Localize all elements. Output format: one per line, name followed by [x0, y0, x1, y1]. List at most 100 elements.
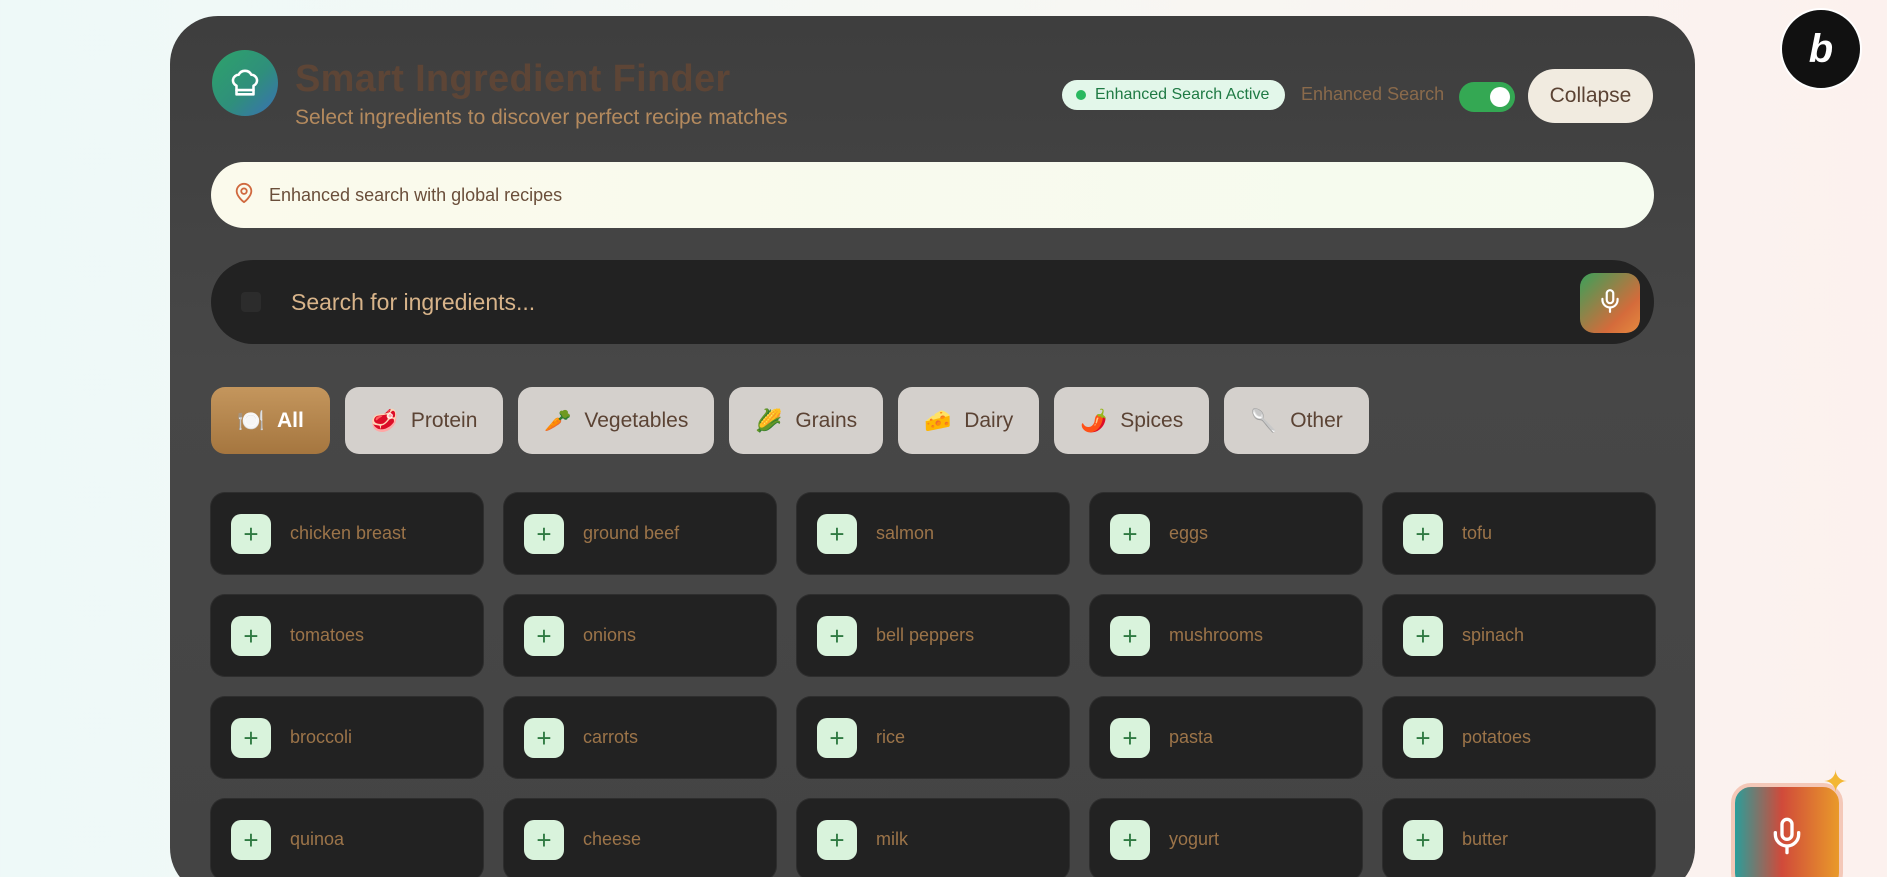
status-badge: Enhanced Search Active: [1062, 80, 1286, 110]
ingredient-label: quinoa: [290, 829, 345, 849]
ingredient-label: broccoli: [290, 727, 353, 747]
plus-icon[interactable]: +: [1110, 717, 1150, 758]
plus-icon[interactable]: +: [817, 615, 857, 656]
chili-pepper-icon: 🌶️: [1080, 407, 1108, 433]
plus-icon[interactable]: +: [231, 513, 271, 554]
ingredient-label: milk: [876, 829, 908, 849]
ingredient-item[interactable]: + spinach: [1383, 595, 1655, 676]
category-label: Vegetables: [584, 408, 689, 432]
carrot-icon: 🥕: [544, 407, 572, 433]
category-all[interactable]: 🍽️ All: [211, 387, 330, 454]
ingredient-item[interactable]: + tomatoes: [211, 595, 483, 676]
ingredient-finder-panel: Smart Ingredient Finder Select ingredien…: [170, 16, 1695, 877]
search-icon: [241, 292, 261, 312]
ingredient-item[interactable]: + quinoa: [211, 799, 483, 877]
ingredient-label: carrots: [583, 727, 639, 747]
plus-icon[interactable]: +: [524, 615, 564, 656]
plate-icon: 🍽️: [237, 407, 265, 433]
ingredient-label: tomatoes: [290, 625, 365, 645]
ingredient-item[interactable]: + broccoli: [211, 697, 483, 778]
location-text: Enhanced search with global recipes: [269, 184, 563, 205]
plus-icon[interactable]: +: [524, 717, 564, 758]
plus-icon[interactable]: +: [231, 615, 271, 656]
category-spices[interactable]: 🌶️ Spices: [1054, 387, 1210, 454]
ingredient-label: salmon: [876, 523, 935, 543]
plus-icon[interactable]: +: [817, 819, 857, 860]
sparkle-icon: ✦: [1823, 766, 1849, 799]
ingredient-label: bell peppers: [876, 625, 975, 645]
location-bar[interactable]: Enhanced search with global recipes: [211, 162, 1654, 228]
plus-icon[interactable]: +: [1403, 615, 1443, 656]
plus-icon[interactable]: +: [1110, 513, 1150, 554]
category-protein[interactable]: 🥩 Protein: [344, 387, 504, 454]
enhanced-search-label: Enhanced Search: [1301, 84, 1445, 104]
ingredient-item[interactable]: + pasta: [1090, 697, 1362, 778]
ingredient-label: mushrooms: [1169, 625, 1264, 645]
plus-icon[interactable]: +: [1403, 513, 1443, 554]
bolt-b-icon: b: [1809, 27, 1833, 71]
category-label: Dairy: [964, 408, 1014, 432]
category-label: Grains: [795, 408, 858, 432]
plus-icon[interactable]: +: [524, 513, 564, 554]
ingredient-label: tofu: [1462, 523, 1493, 543]
plus-icon[interactable]: +: [817, 717, 857, 758]
ingredient-item[interactable]: + cheese: [504, 799, 776, 877]
plus-icon[interactable]: +: [524, 819, 564, 860]
ingredient-item[interactable]: + butter: [1383, 799, 1655, 877]
ingredient-item[interactable]: + milk: [797, 799, 1069, 877]
page-subtitle: Select ingredients to discover perfect r…: [295, 106, 788, 129]
ingredient-label: onions: [583, 625, 637, 645]
bolt-badge-logo[interactable]: b: [1780, 8, 1862, 90]
category-other[interactable]: 🥄 Other: [1224, 387, 1369, 454]
category-vegetables[interactable]: 🥕 Vegetables: [518, 387, 715, 454]
ingredient-item[interactable]: + potatoes: [1383, 697, 1655, 778]
category-label: All: [277, 408, 304, 432]
ingredient-item[interactable]: + mushrooms: [1090, 595, 1362, 676]
ingredient-item[interactable]: + ground beef: [504, 493, 776, 574]
ingredient-item[interactable]: + carrots: [504, 697, 776, 778]
map-pin-icon: [233, 182, 255, 209]
plus-icon[interactable]: +: [1403, 717, 1443, 758]
ingredient-grid: + chicken breast + ground beef + salmon + eg…: [211, 493, 1655, 877]
ingredient-item[interactable]: + rice: [797, 697, 1069, 778]
ingredient-item[interactable]: + salmon: [797, 493, 1069, 574]
enhanced-search-toggle[interactable]: [1459, 82, 1515, 112]
ingredient-label: yogurt: [1169, 829, 1220, 849]
ingredient-label: ground beef: [583, 523, 680, 543]
ingredient-label: eggs: [1169, 523, 1209, 543]
category-dairy[interactable]: 🧀 Dairy: [898, 387, 1040, 454]
plus-icon[interactable]: +: [1110, 615, 1150, 656]
category-grains[interactable]: 🌽 Grains: [729, 387, 884, 454]
collapse-button[interactable]: Collapse: [1528, 69, 1653, 123]
ingredient-label: potatoes: [1462, 727, 1532, 747]
corn-icon: 🌽: [755, 407, 783, 433]
search-input[interactable]: [291, 276, 1531, 328]
category-filters: 🍽️ All 🥩 Protein 🥕 Vegetables 🌽 Grains 🧀…: [211, 387, 1369, 454]
microphone-icon: [1767, 816, 1807, 861]
cheese-icon: 🧀: [924, 407, 952, 433]
plus-icon[interactable]: +: [817, 513, 857, 554]
ingredient-item[interactable]: + bell peppers: [797, 595, 1069, 676]
microphone-icon: [1597, 288, 1623, 319]
spoon-icon: 🥄: [1250, 407, 1278, 433]
plus-icon[interactable]: +: [231, 819, 271, 860]
ingredient-label: rice: [876, 727, 906, 747]
voice-search-button[interactable]: [1580, 273, 1640, 333]
ingredient-label: butter: [1462, 829, 1509, 849]
category-label: Protein: [410, 408, 478, 432]
chef-hat-icon: [212, 50, 278, 116]
plus-icon[interactable]: +: [231, 717, 271, 758]
plus-icon[interactable]: +: [1403, 819, 1443, 860]
ingredient-item[interactable]: + onions: [504, 595, 776, 676]
ingredient-item[interactable]: + yogurt: [1090, 799, 1362, 877]
category-label: Other: [1290, 408, 1343, 432]
ingredient-item[interactable]: + eggs: [1090, 493, 1362, 574]
ingredient-item[interactable]: + tofu: [1383, 493, 1655, 574]
ingredient-item[interactable]: + chicken breast: [211, 493, 483, 574]
svg-text:b: b: [1809, 27, 1833, 71]
plus-icon[interactable]: +: [1110, 819, 1150, 860]
ingredient-label: pasta: [1169, 727, 1214, 747]
page-title: Smart Ingredient Finder: [295, 58, 731, 100]
search-bar: [211, 260, 1654, 344]
ingredient-label: cheese: [583, 829, 642, 849]
